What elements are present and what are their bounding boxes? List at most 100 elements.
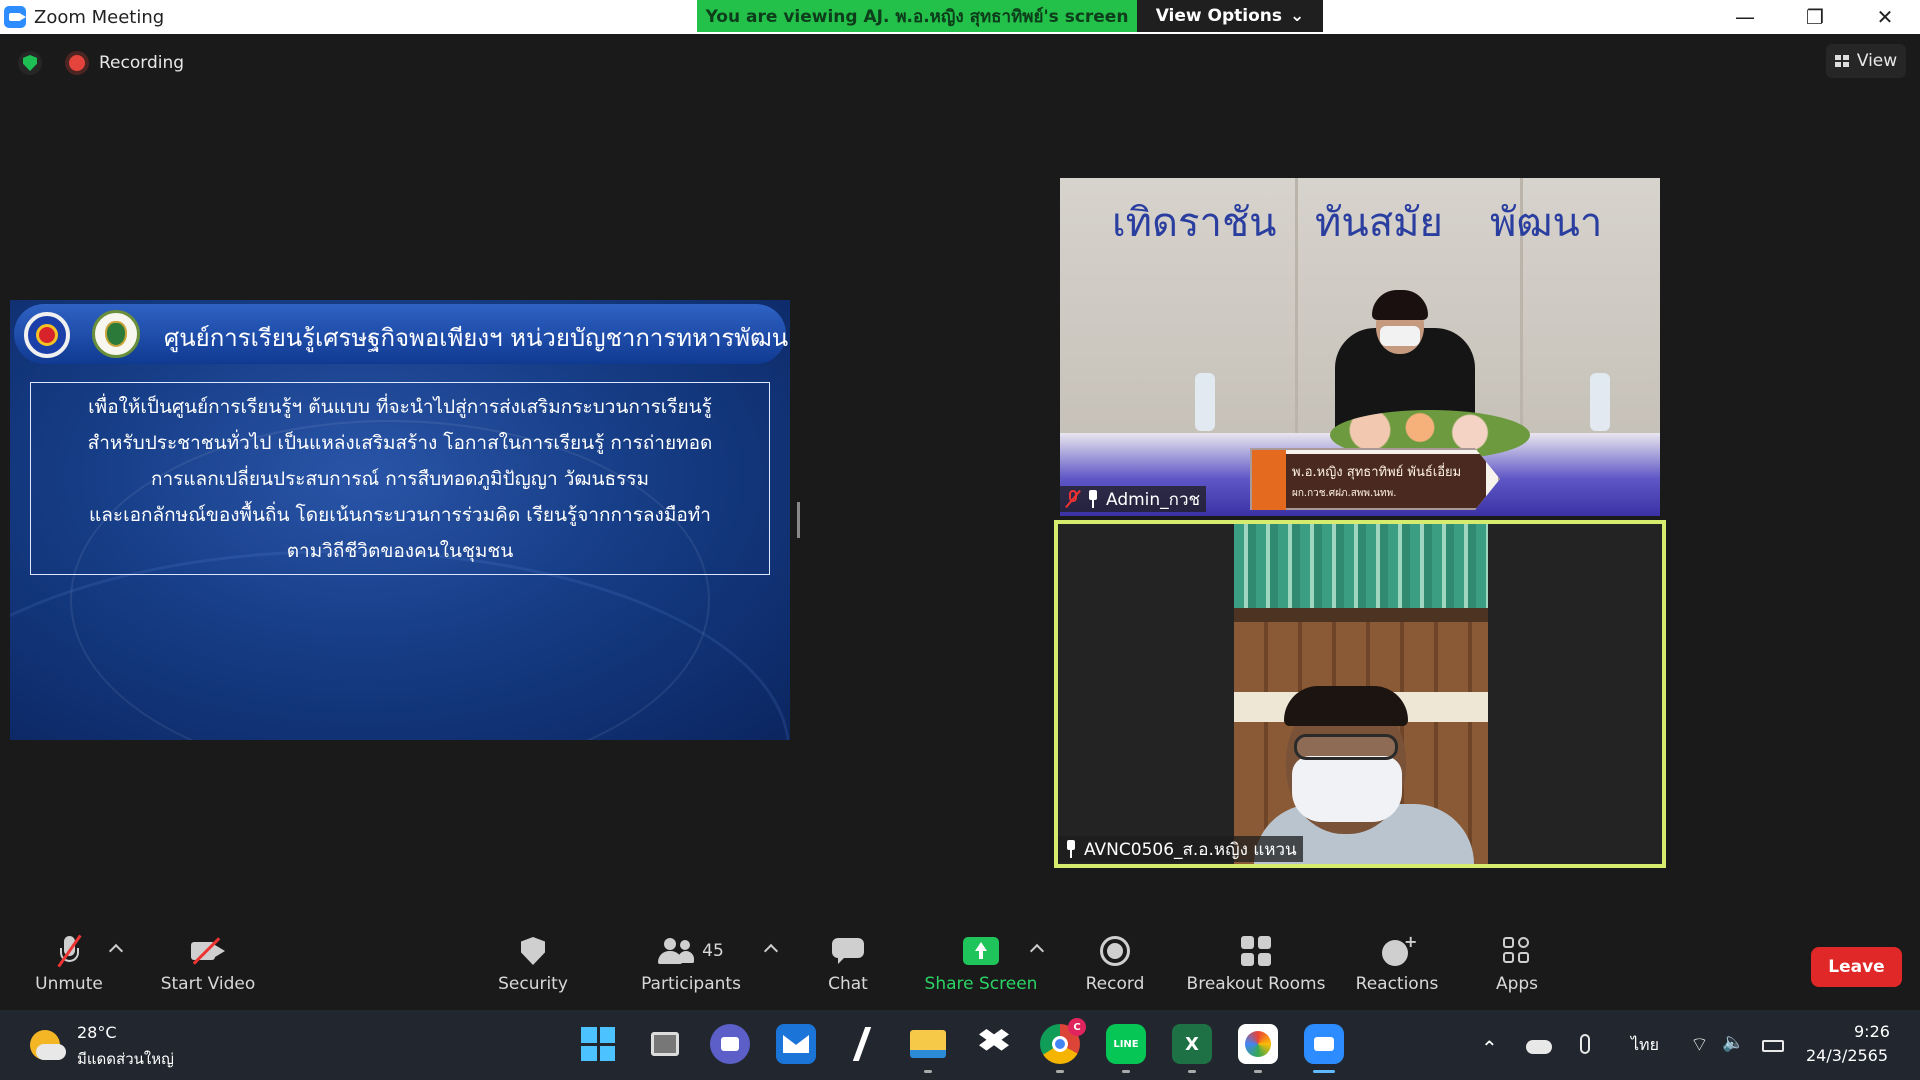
restore-button[interactable]: ❐ [1780, 0, 1850, 34]
file-explorer-button[interactable] [908, 1024, 948, 1064]
leave-button[interactable]: Leave [1811, 947, 1902, 987]
folder-icon [910, 1030, 946, 1058]
participant-name-label: AVNC0506_ส.อ.หญิง แหวน [1058, 836, 1303, 862]
line-icon: LINE [1113, 1038, 1139, 1050]
slide-header: ศูนย์การเรียนรู้เศรษฐกิจพอเพียงฯ หน่วยบั… [14, 304, 790, 364]
chrome-button[interactable]: C [1040, 1018, 1086, 1064]
temperature[interactable]: 28°C [77, 1023, 117, 1042]
muted-microphone-icon [57, 934, 82, 968]
battery-charging-icon[interactable] [1762, 1040, 1784, 1052]
windows-logo-icon [581, 1027, 615, 1061]
share-screen-icon [963, 937, 999, 965]
weather-description[interactable]: มีแดดส่วนใหญ่ [77, 1047, 174, 1071]
unmute-button[interactable]: Unmute [32, 928, 106, 994]
clock-time[interactable]: 9:26 [1854, 1022, 1890, 1041]
lightning-app-icon [852, 1027, 872, 1061]
participants-options-caret[interactable] [763, 943, 779, 959]
window-title: Zoom Meeting [34, 6, 165, 28]
chat-button[interactable]: Chat [828, 928, 868, 994]
chat-camera-icon [721, 1037, 739, 1051]
zoom-camera-icon [1314, 1037, 1334, 1051]
share-screen-button[interactable]: Share Screen [925, 928, 1037, 994]
photos-icon [1245, 1031, 1271, 1057]
start-video-button[interactable]: Start Video [160, 928, 256, 994]
participant-name-label: Admin_กวช [1060, 486, 1207, 512]
slide-line: สำหรับประชาชนทั่วไป เป็นแหล่งเสริมสร้าง … [87, 432, 713, 454]
participant-name: Admin_กวช [1106, 489, 1201, 510]
split-view-handle[interactable] [797, 502, 800, 538]
task-view-button[interactable] [645, 1024, 685, 1064]
slide-line: ตามวิถีชีวิตของคนในชุมชน [286, 540, 514, 562]
active-speaker-video-tile[interactable]: AVNC0506_ส.อ.หญิง แหวน [1054, 520, 1666, 868]
reactions-smiley-icon: + [1382, 932, 1417, 966]
unit-crest-icon [92, 310, 140, 358]
zoom-taskbar-button[interactable] [1304, 1024, 1344, 1064]
participants-count: 45 [702, 941, 724, 961]
photos-button[interactable] [1238, 1024, 1278, 1064]
task-view-icon [651, 1032, 679, 1056]
teams-chat-button[interactable] [710, 1024, 750, 1064]
backdrop-word: เทิดราชัน [1112, 200, 1277, 246]
slide-line: การแลกเปลี่ยนประสบการณ์ การสืบทอดภูมิปัญ… [150, 468, 650, 490]
shield-icon [521, 937, 545, 965]
encryption-shield-icon[interactable] [18, 51, 42, 75]
emblem-logo-icon [24, 312, 70, 358]
backdrop-word: พัฒนา [1490, 200, 1603, 246]
shared-screen-slide: ศูนย์การเรียนรู้เศรษฐกิจพอเพียงฯ หน่วยบั… [10, 300, 790, 740]
mail-icon [783, 1035, 809, 1053]
close-button[interactable]: ✕ [1850, 0, 1920, 34]
dropbox-icon [979, 1029, 1009, 1051]
input-language[interactable]: ไทย [1631, 1033, 1659, 1058]
minimize-button[interactable]: — [1710, 0, 1780, 34]
video-off-icon [191, 937, 225, 965]
view-label: View [1856, 51, 1898, 71]
nameplate-position: ผก.กวช.ศฝภ.สพพ.นทพ. [1292, 488, 1397, 499]
view-options-button[interactable]: View Options ⌄ [1137, 0, 1323, 32]
wifi-icon[interactable]: ⌔ [1690, 1032, 1709, 1057]
start-button[interactable] [578, 1024, 618, 1064]
pin-icon [1086, 490, 1100, 508]
zoom-logo-icon [4, 6, 26, 28]
apps-icon [1503, 937, 1531, 965]
security-button[interactable]: Security [498, 928, 568, 994]
onedrive-cloud-icon[interactable] [1526, 1040, 1552, 1054]
slide-line: และเอกลักษณ์ของพื้นถิ่น โดยเน้นกระบวนการ… [89, 504, 711, 526]
app-button[interactable] [842, 1024, 882, 1064]
participant-video-tile[interactable]: เทิดราชัน ทันสมัย พัฒนา พ.อ.หญิง สุทธาทิ… [1060, 178, 1660, 516]
slide-line: เพื่อให้เป็นศูนย์การเรียนรู้ฯ ต้นแบบ ที่… [88, 396, 712, 418]
participants-icon [658, 938, 695, 964]
pin-icon [1064, 840, 1078, 858]
participants-button[interactable]: 45 Participants [641, 928, 741, 994]
reactions-button[interactable]: + Reactions [1355, 928, 1439, 994]
audio-options-caret[interactable] [108, 943, 124, 959]
show-hidden-icons-chevron[interactable]: ⌃ [1481, 1036, 1498, 1060]
backdrop-word: ทันสมัย [1315, 200, 1443, 246]
nameplate: พ.อ.หญิง สุทธาทิพย์ พันธ์เอี่ยม ผก.กวช.ศ… [1250, 448, 1500, 510]
viewing-screen-banner: You are viewing AJ. พ.อ.หญิง สุทธาทิพย์'… [697, 0, 1137, 32]
clock-date[interactable]: 24/3/2565 [1806, 1046, 1888, 1065]
weather-cloud-icon [36, 1044, 66, 1060]
excel-button[interactable]: X [1172, 1024, 1212, 1064]
muted-mic-icon [1065, 489, 1081, 509]
notification-badge: C [1068, 1018, 1086, 1036]
participant-name: AVNC0506_ส.อ.หญิง แหวน [1084, 839, 1297, 860]
view-button[interactable]: View [1826, 44, 1906, 78]
recording-label: Recording [99, 53, 185, 73]
apps-button[interactable]: Apps [1496, 928, 1538, 994]
chrome-icon [1052, 1036, 1068, 1052]
breakout-rooms-button[interactable]: Breakout Rooms [1187, 928, 1325, 994]
speaker-icon[interactable]: 🔈 [1722, 1032, 1744, 1053]
slide-title: ศูนย์การเรียนรู้เศรษฐกิจพอเพียงฯ หน่วยบั… [164, 324, 790, 352]
nameplate-name: พ.อ.หญิง สุทธาทิพย์ พันธ์เอี่ยม [1292, 465, 1462, 480]
window-controls: — ❐ ✕ [1710, 0, 1920, 34]
dropbox-button[interactable] [974, 1024, 1014, 1064]
chat-bubble-icon [832, 938, 864, 964]
mail-button[interactable] [776, 1024, 816, 1064]
meeting-toolbar: Unmute Start Video Security 45 Participa… [0, 920, 1920, 1010]
record-button[interactable]: Record [1085, 928, 1145, 994]
line-button[interactable]: LINE [1106, 1024, 1146, 1064]
breakout-rooms-icon [1241, 936, 1271, 966]
excel-icon: X [1185, 1033, 1199, 1055]
view-options-label: View Options [1155, 6, 1283, 26]
microphone-icon[interactable] [1580, 1034, 1590, 1054]
